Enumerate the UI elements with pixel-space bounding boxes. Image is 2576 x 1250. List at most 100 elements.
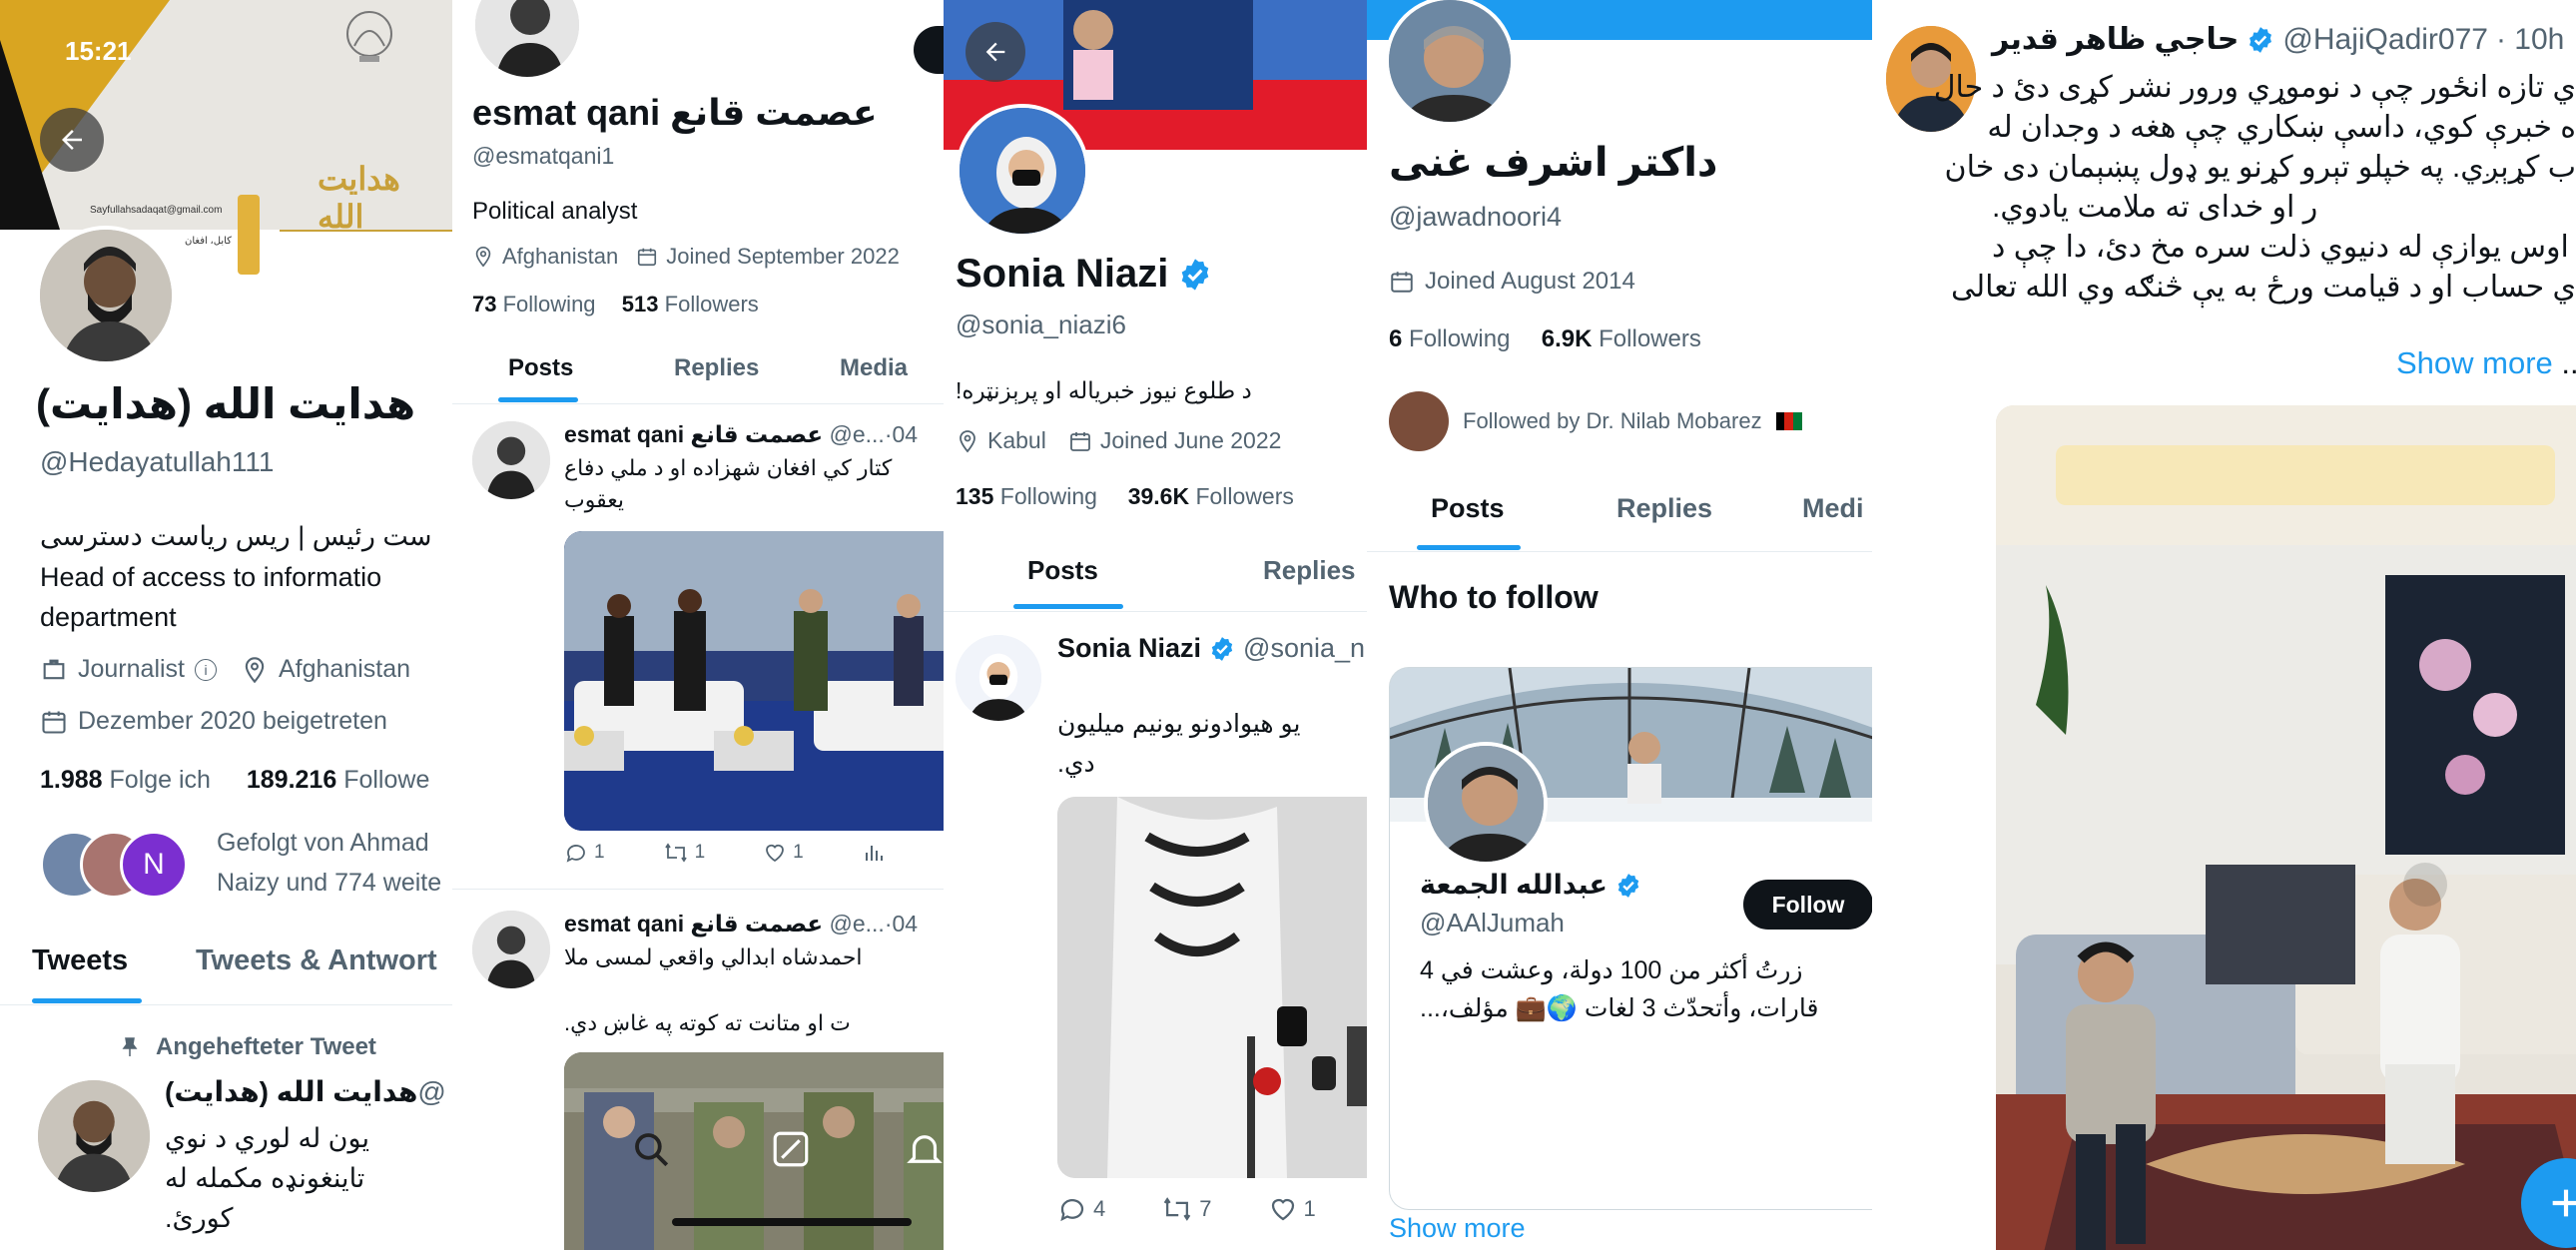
tab-replies[interactable]: Replies <box>674 354 759 382</box>
suggestion-handle[interactable]: @AAlJumah <box>1420 908 1565 938</box>
tab-posts[interactable]: Posts <box>508 354 573 382</box>
tweet-author-handle[interactable]: @sonia_n <box>1243 633 1365 664</box>
suggestion-card[interactable]: عبدالله الجمعة @AAlJumah Follow زرتُ أكث… <box>1389 667 1872 1210</box>
tab-tweets[interactable]: Tweets <box>32 944 128 977</box>
repost-button[interactable]: 7 <box>1161 1194 1212 1224</box>
following-count[interactable]: 1.988 <box>40 766 103 794</box>
following-count[interactable]: 6 <box>1389 325 1402 352</box>
show-more-link[interactable]: Show more <box>1389 1213 1526 1244</box>
bio-line-2: Head of access to informatio <box>40 562 382 592</box>
followers-label[interactable]: Followers <box>665 292 759 316</box>
followed-by-avatars[interactable]: N <box>40 831 200 901</box>
back-button[interactable] <box>40 108 104 172</box>
grok-icon[interactable] <box>770 1128 812 1170</box>
more-button[interactable] <box>914 26 944 74</box>
tweet-avatar[interactable] <box>472 421 550 499</box>
home-icon[interactable] <box>494 1128 536 1170</box>
followed-by-row[interactable]: Followed by Dr. Nilab Mobarez <box>1389 391 1802 451</box>
tweet-author-name[interactable]: Sonia Niazi <box>1057 633 1201 664</box>
tab-tweets-replies[interactable]: Tweets & Antwort <box>196 944 437 977</box>
profile-panel-esmatqani: esmat qani عصمت قانع @esmatqani1 Politic… <box>452 0 944 1250</box>
like-button[interactable]: 1 <box>1268 1194 1316 1224</box>
repost-icon <box>664 843 687 863</box>
follow-button[interactable]: Follow <box>1743 880 1872 930</box>
followers-label[interactable]: Followers <box>1599 325 1701 352</box>
tweet-author-handle[interactable]: @e... <box>830 421 885 447</box>
notifications-icon[interactable] <box>904 1128 944 1170</box>
views-icon <box>865 846 883 861</box>
banner-title: هدایت الله <box>318 160 400 236</box>
location-label: Kabul <box>987 427 1046 453</box>
reply-button[interactable]: 1 <box>564 841 605 865</box>
views-button[interactable] <box>862 841 886 865</box>
following-label[interactable]: Following <box>1409 325 1510 352</box>
like-button[interactable]: 1 <box>763 841 804 865</box>
show-more-link[interactable]: Show more <box>2396 345 2553 380</box>
tweet-author-name[interactable]: حاجي ظاهر قدير <box>1992 22 2239 57</box>
tweet-text: ي تازه انځور چې د نوموړي ورور نشر کړی دئ… <box>1934 68 2576 308</box>
followed-by-line-1[interactable]: Gefolgt von Ahmad <box>217 829 429 858</box>
followers-count[interactable]: 189.216 <box>247 766 336 794</box>
info-icon[interactable]: i <box>195 658 217 681</box>
tweet-image[interactable] <box>1057 797 1367 1178</box>
verified-badge-icon[interactable] <box>1178 258 1212 292</box>
joined-label: Joined August 2014 <box>1425 268 1635 295</box>
emblem-icon <box>334 6 404 68</box>
tweet-author-handle[interactable]: @HajiQadir077 <box>2282 23 2488 57</box>
verified-badge-icon <box>1211 636 1233 661</box>
tab-replies[interactable]: Replies <box>1263 555 1356 586</box>
following-count[interactable]: 135 <box>956 483 993 509</box>
reply-button[interactable]: 4 <box>1057 1194 1105 1224</box>
tab-posts[interactable]: Posts <box>1431 493 1505 524</box>
tweet-image[interactable] <box>564 531 944 831</box>
tweet-avatar[interactable] <box>38 1080 150 1192</box>
repost-button[interactable]: 1 <box>663 841 705 865</box>
profile-avatar[interactable] <box>36 226 176 365</box>
calendar-icon <box>42 711 66 734</box>
handle: @sonia_niazi6 <box>956 310 1126 339</box>
tweet-image[interactable] <box>1996 405 2576 1250</box>
reply-count: 4 <box>1093 1196 1106 1221</box>
followers-label[interactable]: Followers <box>1195 483 1293 509</box>
tab-replies[interactable]: Replies <box>1616 493 1712 524</box>
tweet-line-2: ه خبرې کوي، داسې ښکاري چې هغه د وجدان له <box>1987 111 2576 144</box>
back-button[interactable] <box>966 22 1025 82</box>
following-label[interactable]: Following <box>1000 483 1097 509</box>
following-count[interactable]: 73 <box>472 292 496 316</box>
profile-avatar[interactable] <box>472 0 582 80</box>
tweet-actions: 1 1 1 <box>564 841 886 865</box>
tweet-author-handle[interactable]: @e... <box>830 911 885 937</box>
followers-count[interactable]: 39.6K <box>1128 483 1189 509</box>
following-label[interactable]: Folge ich <box>110 766 211 794</box>
followers-label[interactable]: Followe <box>343 766 429 794</box>
suggestion-name-text[interactable]: عبدالله الجمعة <box>1420 870 1608 901</box>
tweet-author-name-text: هدايت الله (هدايت) <box>165 1076 418 1107</box>
followers-count[interactable]: 513 <box>622 292 659 316</box>
tweet-line-1: یون له لوري د نوي <box>165 1123 369 1153</box>
tweet-header: Sonia Niazi @sonia_n <box>1057 633 1365 664</box>
tab-media[interactable]: Medi <box>1802 493 1864 524</box>
search-icon[interactable] <box>630 1128 672 1170</box>
tweet-author-name[interactable]: esmat qani عصمت قانع <box>564 911 823 937</box>
show-more-row: Show more ... <box>2396 345 2576 381</box>
following-label[interactable]: Following <box>503 292 596 316</box>
tab-media[interactable]: Media <box>840 354 908 382</box>
tweet-avatar[interactable] <box>956 635 1041 721</box>
tweet-time: · 10h <box>2495 22 2565 56</box>
tweet-header: esmat qani عصمت قانع @e...·04 <box>564 911 918 938</box>
profile-avatar[interactable] <box>1385 0 1515 126</box>
verified-badge-icon <box>1617 873 1639 898</box>
repost-count: 7 <box>1199 1196 1212 1221</box>
banner-email: Sayfullahsadaqat@gmail.com <box>90 205 223 216</box>
followers-count[interactable]: 6.9K <box>1542 325 1593 352</box>
tweet-author-name[interactable]: esmat qani عصمت قانع <box>564 421 823 447</box>
suggestion-avatar[interactable] <box>1424 742 1548 866</box>
location-label: Afghanistan <box>279 655 411 683</box>
tweet-avatar[interactable] <box>472 911 550 988</box>
like-count: 1 <box>1303 1196 1316 1221</box>
tweet-line-1: کتار کي افغان شهزاده او د ملي دفاع <box>564 455 893 480</box>
followed-by-line-2[interactable]: Naizy und 774 weite <box>217 869 441 898</box>
profile-avatar[interactable] <box>956 104 1089 238</box>
location-icon <box>960 429 975 452</box>
tab-posts[interactable]: Posts <box>1027 555 1098 586</box>
